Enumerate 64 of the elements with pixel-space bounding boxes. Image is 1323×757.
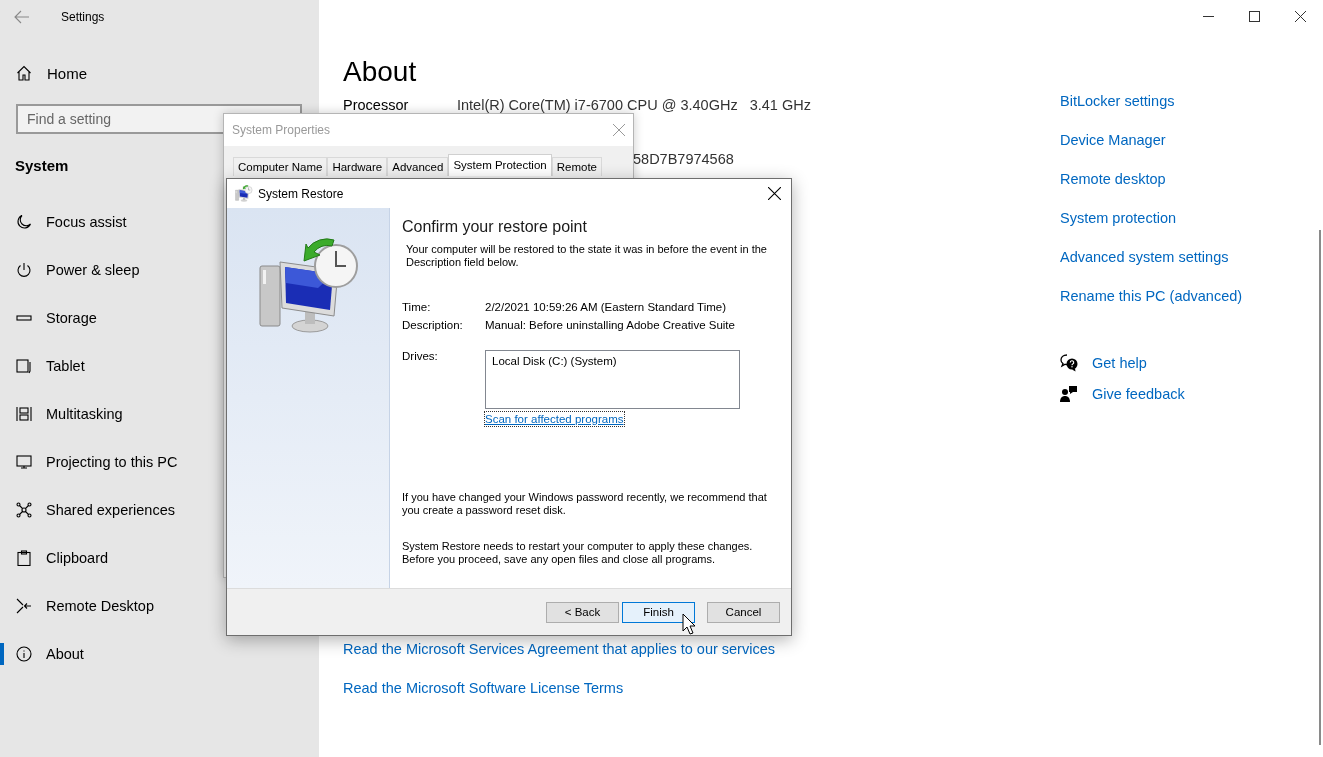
- sidebar-item[interactable]: Shared experiences: [0, 486, 319, 534]
- tab[interactable]: System Protection: [448, 154, 552, 176]
- sidebar-item[interactable]: Clipboard: [0, 534, 319, 582]
- field-label: Drives:: [402, 350, 439, 364]
- list-item[interactable]: Local Disk (C:) (System): [492, 355, 733, 367]
- dialog-heading: Confirm your restore point: [402, 217, 588, 237]
- section-heading: System: [15, 156, 69, 176]
- dialog-button[interactable]: Cancel: [707, 601, 780, 623]
- remote-icon: [16, 598, 32, 614]
- scan-link[interactable]: Scan for affected programs: [485, 412, 624, 426]
- restore-icon: [235, 185, 253, 202]
- page-title: About: [343, 57, 418, 87]
- link[interactable]: Read the Microsoft Services Agreement that applies to our services: [343, 638, 775, 660]
- sidebar-item[interactable]: Multitasking: [0, 390, 319, 438]
- dialog-button[interactable]: Finish: [622, 601, 695, 623]
- related-link[interactable]: BitLocker settings: [1060, 90, 1175, 112]
- related-link[interactable]: Advanced system settings: [1060, 246, 1229, 268]
- related-link[interactable]: System protection: [1060, 207, 1177, 229]
- tab[interactable]: Computer Name: [233, 157, 328, 176]
- spec-label: Processor: [343, 97, 410, 113]
- monitor-icon: [16, 454, 32, 470]
- note-text: If you have changed your Windows password recently, we recommend that you create a password reset disk.: [402, 491, 768, 517]
- tab[interactable]: Advanced: [387, 157, 449, 176]
- related-link[interactable]: Device Manager: [1060, 129, 1166, 151]
- close-icon[interactable]: [768, 187, 781, 200]
- support-link[interactable]: Get help: [1092, 352, 1147, 374]
- help-chat-icon: [1060, 354, 1078, 372]
- multitasking-icon: [16, 406, 32, 422]
- related-link[interactable]: Remote desktop: [1060, 168, 1166, 190]
- tablet-icon: [16, 358, 32, 374]
- sidebar-item[interactable]: Power & sleep: [0, 246, 319, 294]
- info-icon: [16, 646, 32, 662]
- dialog-title: System Restore: [258, 186, 344, 201]
- home-icon: [16, 65, 32, 81]
- clipboard-icon: [16, 550, 32, 566]
- sidebar-item[interactable]: Remote Desktop: [0, 582, 319, 630]
- scrollbar[interactable]: [1319, 230, 1321, 745]
- maximize-icon[interactable]: [1248, 10, 1260, 22]
- dialog-button[interactable]: < Back: [546, 601, 619, 623]
- sidebar-item[interactable]: About: [0, 630, 319, 678]
- tab[interactable]: Remote: [551, 157, 602, 176]
- sidebar-item[interactable]: Tablet: [0, 342, 319, 390]
- power-icon: [16, 262, 32, 278]
- field-value: Manual: Before uninstalling Adobe Creative Suite: [485, 319, 735, 331]
- app-title: Settings: [61, 9, 105, 24]
- field-label: Description:: [402, 319, 464, 331]
- link[interactable]: Read the Microsoft Software License Terms: [343, 677, 624, 699]
- feedback-icon: [1060, 385, 1078, 403]
- sidebar-item[interactable]: Storage: [0, 294, 319, 342]
- sidebar-item[interactable]: Projecting to this PC: [0, 438, 319, 486]
- spec-value: Intel(R) Core(TM) i7-6700 CPU @ 3.40GHz 3.41 GHz: [457, 97, 811, 113]
- nodes-icon: [16, 502, 32, 518]
- close-icon[interactable]: [1294, 10, 1306, 22]
- intro-text: Your computer will be restored to the state it was in before the event in the Description field below.: [406, 243, 768, 269]
- related-link[interactable]: Rename this PC (advanced): [1060, 285, 1243, 307]
- tab[interactable]: Hardware: [327, 157, 388, 176]
- support-link[interactable]: Give feedback: [1092, 383, 1185, 405]
- spec-value: 58D7B7974568: [633, 151, 734, 167]
- back-arrow-icon[interactable]: [14, 8, 30, 25]
- field-label: Time:: [402, 301, 432, 313]
- field-value: 2/2/2021 10:59:26 AM (Eastern Standard Time): [485, 301, 726, 313]
- home-link[interactable]: Home: [0, 55, 319, 91]
- note-text: System Restore needs to restart your computer to apply these changes. Before you proceed, save any open files and close all programs.: [402, 540, 754, 566]
- moon-icon: [16, 214, 32, 230]
